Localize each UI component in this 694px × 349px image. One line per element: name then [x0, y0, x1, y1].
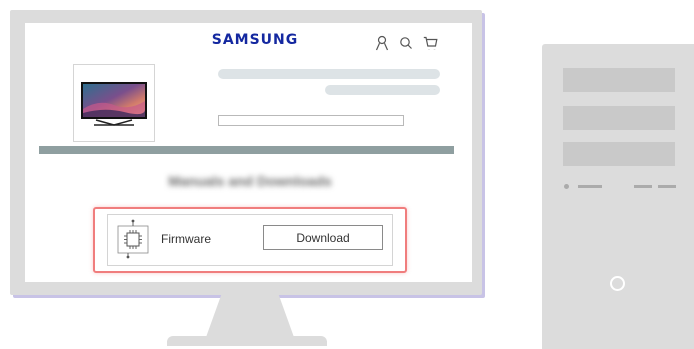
search-icon[interactable]: [399, 35, 413, 51]
firmware-label: Firmware: [161, 232, 211, 246]
status-light: [564, 184, 569, 189]
cart-icon[interactable]: [423, 35, 438, 51]
header-icons: [375, 34, 455, 52]
tv-product-image[interactable]: [73, 64, 155, 142]
power-button[interactable]: [610, 276, 625, 291]
monitor-screen: SAMSUNG Manuals and Downloads Firmware D…: [25, 23, 472, 282]
monitor: SAMSUNG Manuals and Downloads Firmware D…: [10, 10, 482, 295]
account-icon[interactable]: [375, 35, 389, 51]
monitor-stand-base: [167, 336, 327, 346]
placeholder-text-line: [218, 69, 440, 79]
pc-tower: [542, 44, 694, 349]
chip-icon: [116, 219, 150, 259]
scene: SAMSUNG Manuals and Downloads Firmware D…: [0, 0, 694, 349]
section-divider: [39, 146, 454, 154]
section-heading: Manuals and Downloads: [168, 173, 332, 189]
drive-bay: [563, 106, 675, 130]
placeholder-text-line: [325, 85, 440, 95]
samsung-logo[interactable]: SAMSUNG: [205, 32, 305, 48]
drive-bay: [563, 68, 675, 92]
drive-bay: [563, 142, 675, 166]
download-button[interactable]: Download: [263, 225, 383, 250]
firmware-download-row: Firmware Download: [107, 214, 393, 266]
firmware-download-panel: Firmware Download: [93, 207, 407, 273]
front-slot: [578, 185, 602, 188]
front-slot: [634, 185, 652, 188]
front-slot: [658, 185, 676, 188]
monitor-stand-neck: [205, 295, 295, 340]
option-box[interactable]: [218, 115, 404, 126]
